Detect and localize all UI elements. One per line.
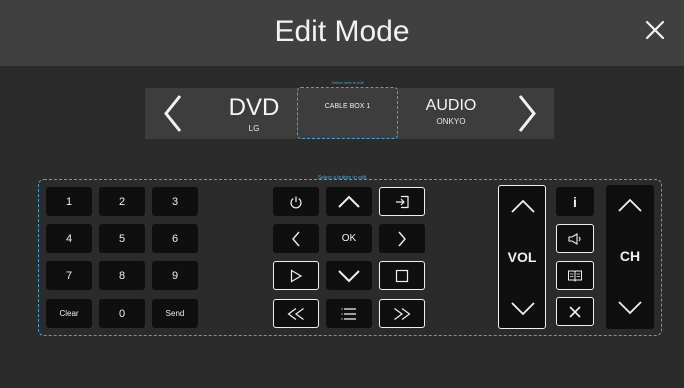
select-device-hint: Select here to edit [331, 80, 364, 85]
header-bar: Edit Mode [0, 0, 684, 66]
play-button[interactable] [273, 261, 319, 290]
info-button[interactable]: i [556, 187, 594, 216]
stop-icon [395, 269, 409, 282]
channel-control[interactable]: CH [606, 185, 654, 329]
page-title: Edit Mode [274, 15, 410, 48]
exit-button[interactable] [556, 297, 594, 326]
audio-button[interactable] [556, 224, 594, 253]
device-dvd-brand: LG [248, 124, 260, 133]
device-dvd[interactable]: DVD LG [212, 94, 296, 133]
input-source-icon [396, 195, 409, 208]
close-icon [569, 305, 581, 318]
key-6[interactable]: 6 [152, 224, 198, 253]
close-icon[interactable] [644, 19, 666, 41]
rewind-icon [287, 307, 304, 320]
key-8[interactable]: 8 [99, 261, 145, 290]
key-1[interactable]: 1 [46, 187, 92, 216]
stop-button[interactable] [379, 261, 425, 290]
fast-forward-icon [394, 307, 411, 320]
channel-up-icon[interactable] [617, 197, 643, 213]
key-7[interactable]: 7 [46, 261, 92, 290]
chevron-down-icon [338, 269, 360, 282]
input-button[interactable] [379, 187, 425, 216]
key-0[interactable]: 0 [99, 299, 145, 328]
speaker-icon [568, 232, 581, 245]
send-button[interactable]: Send [152, 299, 198, 328]
right-button[interactable] [379, 224, 425, 253]
device-audio-name: AUDIO [425, 97, 477, 114]
power-button[interactable] [273, 187, 319, 216]
key-5[interactable]: 5 [99, 224, 145, 253]
device-audio[interactable]: AUDIO ONKYO [415, 97, 487, 126]
chevron-left-icon[interactable] [159, 88, 187, 139]
device-cable-box-edit-slot[interactable]: Select here to edit CABLE BOX 1 [297, 80, 398, 139]
menu-button[interactable] [326, 299, 372, 328]
device-cable-box-name: CABLE BOX 1 [324, 103, 371, 110]
fast-forward-button[interactable] [379, 299, 425, 328]
chevron-left-icon [292, 231, 300, 246]
guide-button[interactable] [556, 261, 594, 290]
channel-down-icon[interactable] [617, 300, 643, 316]
chevron-right-icon [398, 231, 406, 246]
key-2[interactable]: 2 [99, 187, 145, 216]
key-9[interactable]: 9 [152, 261, 198, 290]
device-audio-brand: ONKYO [436, 117, 466, 126]
channel-label: CH [619, 248, 641, 264]
chevron-right-icon[interactable] [513, 88, 541, 139]
menu-icon [341, 307, 356, 320]
ok-button[interactable]: OK [326, 224, 372, 253]
up-button[interactable] [326, 187, 372, 216]
volume-down-icon[interactable] [510, 301, 536, 317]
chevron-up-icon [338, 195, 360, 208]
play-icon [290, 268, 303, 283]
volume-up-icon[interactable] [510, 198, 536, 214]
left-button[interactable] [273, 224, 319, 253]
rewind-button[interactable] [273, 299, 319, 328]
volume-label: VOL [507, 249, 537, 265]
clear-button[interactable]: Clear [46, 299, 92, 328]
device-dvd-name: DVD [228, 94, 280, 121]
down-button[interactable] [326, 261, 372, 290]
power-icon [290, 196, 302, 208]
volume-control[interactable]: VOL [498, 185, 546, 329]
key-3[interactable]: 3 [152, 187, 198, 216]
key-4[interactable]: 4 [46, 224, 92, 253]
book-icon [568, 270, 582, 282]
